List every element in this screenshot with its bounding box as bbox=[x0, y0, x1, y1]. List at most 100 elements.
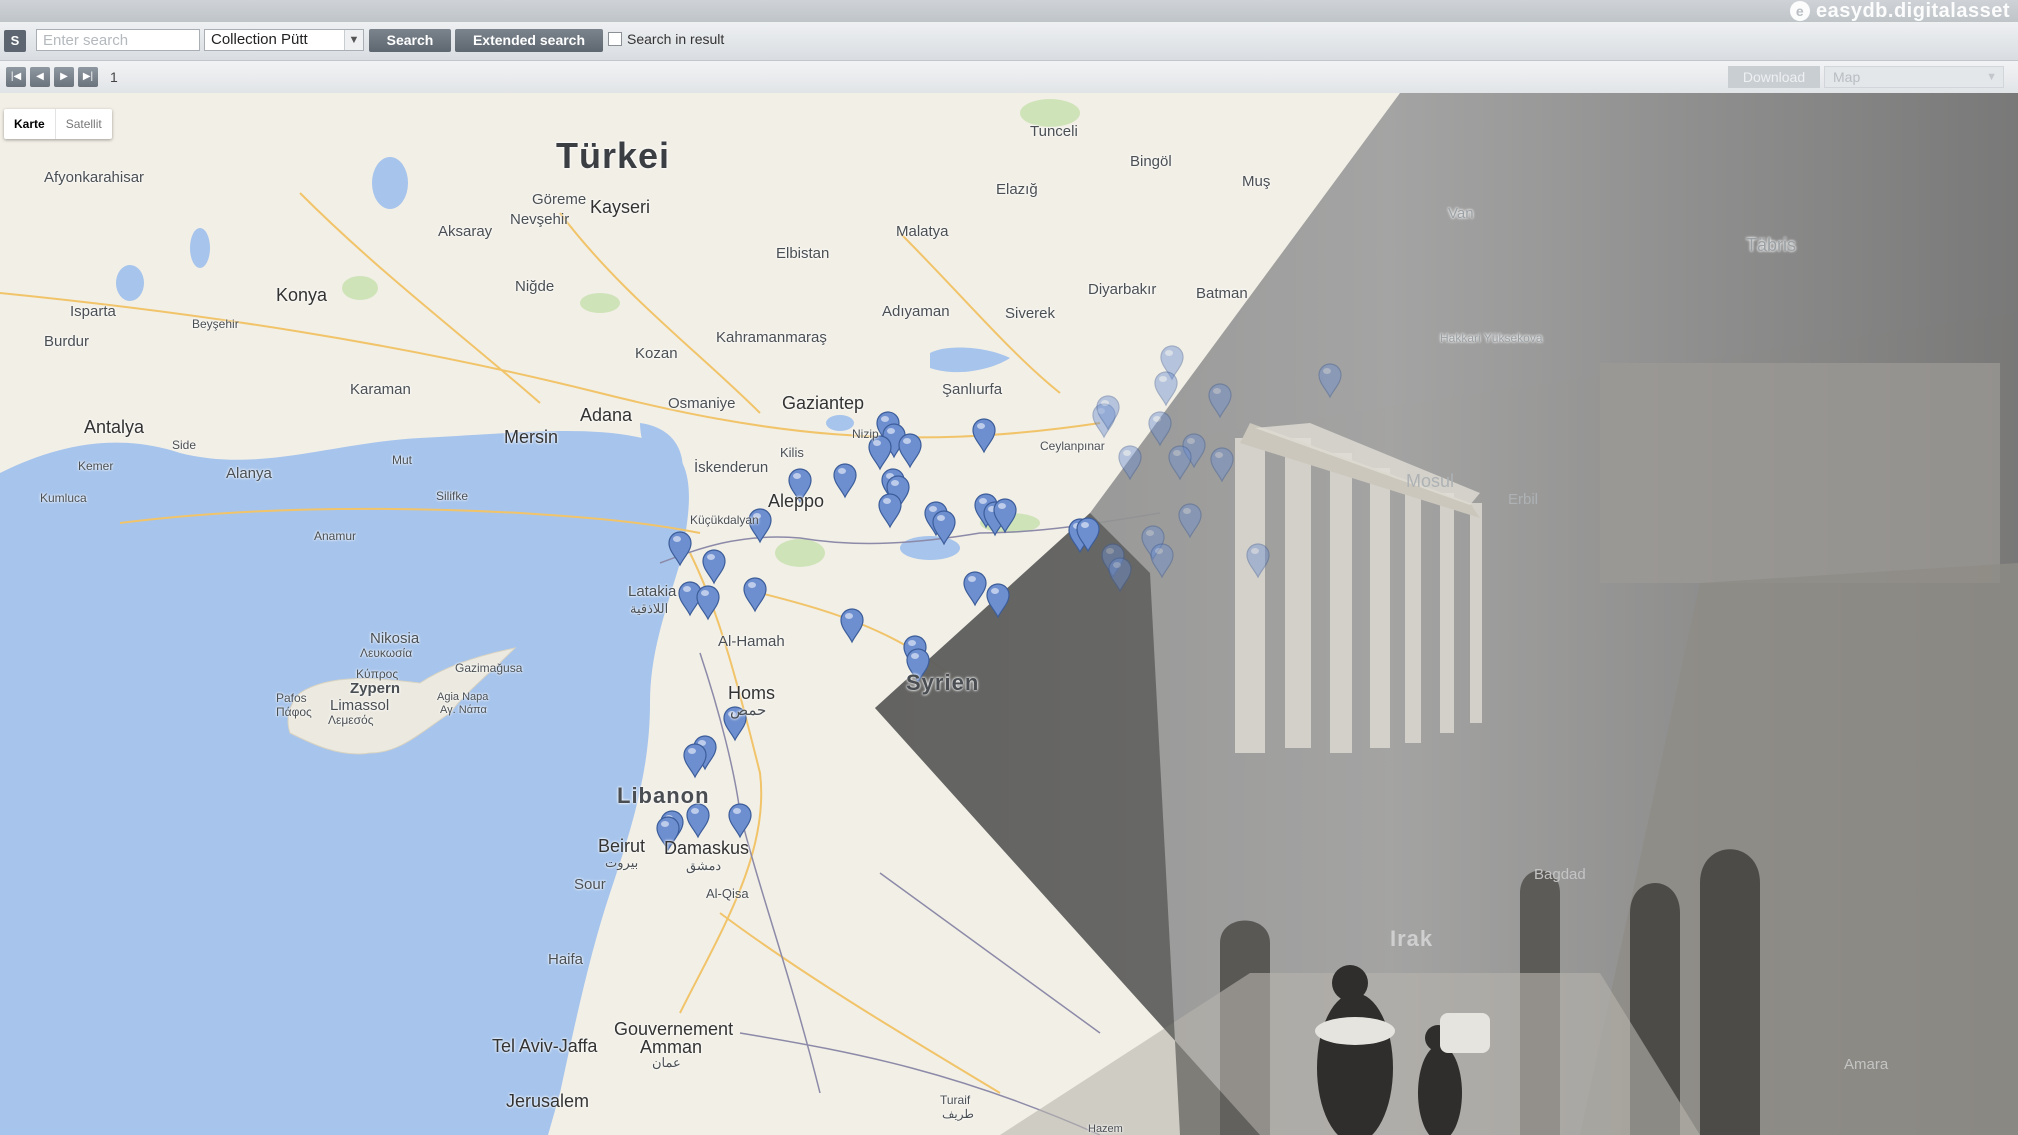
map-type-satellite[interactable]: Satellit bbox=[54, 109, 112, 139]
city-label: Elazığ bbox=[996, 181, 1038, 198]
city-label: Λευκωσία bbox=[360, 646, 413, 660]
city-label: Sour bbox=[574, 876, 606, 893]
previous-page-button[interactable]: ◀ bbox=[30, 67, 50, 87]
map-marker-pin-icon[interactable] bbox=[986, 583, 1010, 619]
map-markers[interactable] bbox=[0, 93, 2018, 1135]
view-select-value: Map bbox=[1833, 69, 1861, 85]
city-label: Pafos bbox=[276, 691, 307, 705]
city-label: Αγ. Νάπα bbox=[440, 704, 487, 716]
city-label: Adıyaman bbox=[882, 303, 950, 320]
city-label: Malatya bbox=[896, 223, 949, 240]
country-label: Syrien bbox=[906, 670, 980, 695]
map-marker-pin-icon[interactable] bbox=[932, 510, 956, 546]
city-label: Adana bbox=[580, 405, 633, 425]
city-label: Al-Qisa bbox=[706, 886, 749, 901]
next-page-button[interactable]: ▶ bbox=[54, 67, 74, 87]
city-label: Van bbox=[1448, 205, 1474, 222]
city-label: Mosul bbox=[1406, 471, 1455, 491]
map-marker-pin-icon[interactable] bbox=[668, 531, 692, 567]
city-label: Side bbox=[172, 438, 197, 452]
download-button[interactable]: Download bbox=[1728, 66, 1820, 88]
map-marker-pin-icon[interactable] bbox=[1118, 445, 1142, 481]
city-label: Turaif bbox=[940, 1093, 971, 1107]
map-marker-pin-icon[interactable] bbox=[972, 418, 996, 454]
map-marker-pin-icon[interactable] bbox=[702, 549, 726, 585]
city-label: Mut bbox=[392, 453, 413, 467]
collection-select[interactable]: Collection Pütt ▼ bbox=[204, 29, 364, 51]
city-label: Täbris bbox=[1746, 235, 1797, 255]
city-label: Κύπρος bbox=[356, 667, 399, 681]
city-label: Amara bbox=[1844, 1056, 1889, 1073]
city-label: Silifke bbox=[436, 489, 469, 503]
map-marker-pin-icon[interactable] bbox=[878, 493, 902, 529]
map-marker-pin-icon[interactable] bbox=[683, 743, 707, 779]
country-label: Irak bbox=[1390, 926, 1434, 951]
city-label: Erbil bbox=[1508, 491, 1539, 508]
chevron-down-icon[interactable]: ▼ bbox=[344, 30, 363, 50]
city-label: Aleppo bbox=[768, 491, 825, 511]
map-marker-pin-icon[interactable] bbox=[696, 585, 720, 621]
city-label: Karaman bbox=[350, 381, 411, 398]
city-label: Nevşehir bbox=[510, 211, 570, 228]
city-label: Hakkari Yüksekova bbox=[1440, 331, 1543, 345]
city-label: Anamur bbox=[314, 529, 357, 543]
city-label: Bingöl bbox=[1130, 153, 1172, 170]
search-mode-button[interactable]: S bbox=[4, 30, 26, 52]
collection-select-value: Collection Pütt bbox=[211, 31, 308, 48]
page-number: 1 bbox=[110, 69, 118, 85]
city-label: Burdur bbox=[44, 333, 90, 350]
city-label: عمان bbox=[652, 1055, 681, 1070]
search-button[interactable]: Search bbox=[369, 29, 451, 52]
app-titlebar: e easydb.digitalasset bbox=[0, 0, 2018, 22]
map-marker-pin-icon[interactable] bbox=[743, 577, 767, 613]
city-label: Tunceli bbox=[1030, 123, 1078, 140]
map-marker-pin-icon[interactable] bbox=[1208, 383, 1232, 419]
map-marker-pin-icon[interactable] bbox=[728, 803, 752, 839]
city-label: Isparta bbox=[70, 303, 116, 320]
easydb-logo-icon: e bbox=[1789, 1, 1810, 21]
map-marker-pin-icon[interactable] bbox=[833, 463, 857, 499]
city-label: Kahramanmaraş bbox=[716, 329, 827, 346]
map-marker-pin-icon[interactable] bbox=[1150, 543, 1174, 579]
view-select[interactable]: Map ▼ bbox=[1824, 66, 2004, 88]
city-label: Niğde bbox=[515, 278, 555, 295]
search-input[interactable] bbox=[36, 29, 200, 51]
city-label: Muş bbox=[1242, 173, 1271, 190]
city-label: Πάφος bbox=[276, 705, 312, 719]
city-label: Λεμεσός bbox=[328, 713, 374, 727]
chevron-down-icon[interactable]: ▼ bbox=[1986, 67, 1997, 87]
map-marker-pin-icon[interactable] bbox=[898, 433, 922, 469]
map-marker-pin-icon[interactable] bbox=[1168, 445, 1192, 481]
first-page-button[interactable]: |◀ bbox=[6, 67, 26, 87]
map-type-map[interactable]: Karte bbox=[4, 109, 55, 139]
search-in-result-checkbox[interactable] bbox=[608, 32, 622, 46]
city-label: Göreme bbox=[532, 191, 587, 208]
search-in-result-label: Search in result bbox=[627, 31, 725, 47]
city-label: Nikosia bbox=[370, 630, 420, 647]
brand-name: easydb.digitalasset bbox=[1815, 0, 2010, 22]
city-label: Tel Aviv-Jaffa bbox=[492, 1036, 598, 1056]
country-label: Libanon bbox=[617, 783, 710, 808]
map-marker-pin-icon[interactable] bbox=[963, 571, 987, 607]
map-type-control[interactable]: Karte Satellit bbox=[4, 109, 112, 139]
city-label: Batman bbox=[1196, 285, 1248, 302]
last-page-button[interactable]: ▶| bbox=[78, 67, 98, 87]
city-label: Nizip bbox=[852, 427, 879, 441]
map-marker-pin-icon[interactable] bbox=[1246, 543, 1270, 579]
map-marker-pin-icon[interactable] bbox=[1154, 371, 1178, 407]
city-label: Gaziantep bbox=[782, 393, 865, 413]
map-marker-pin-icon[interactable] bbox=[1318, 363, 1342, 399]
city-label: Alanya bbox=[226, 465, 272, 482]
city-label: Kayseri bbox=[590, 197, 651, 217]
map-marker-pin-icon[interactable] bbox=[840, 608, 864, 644]
map-marker-pin-icon[interactable] bbox=[1148, 411, 1172, 447]
city-label: Latakia bbox=[628, 583, 677, 600]
map-canvas[interactable]: Karte Satellit Türkei Syrien Libanon Ira… bbox=[0, 93, 2018, 1135]
city-label: Siverek bbox=[1005, 305, 1056, 322]
city-label: Limassol bbox=[330, 697, 390, 714]
city-label: طريف bbox=[942, 1107, 974, 1121]
map-marker-pin-icon[interactable] bbox=[1178, 503, 1202, 539]
map-marker-pin-icon[interactable] bbox=[1210, 447, 1234, 483]
map-marker-pin-icon[interactable] bbox=[1108, 557, 1132, 593]
extended-search-button[interactable]: Extended search bbox=[455, 29, 603, 52]
